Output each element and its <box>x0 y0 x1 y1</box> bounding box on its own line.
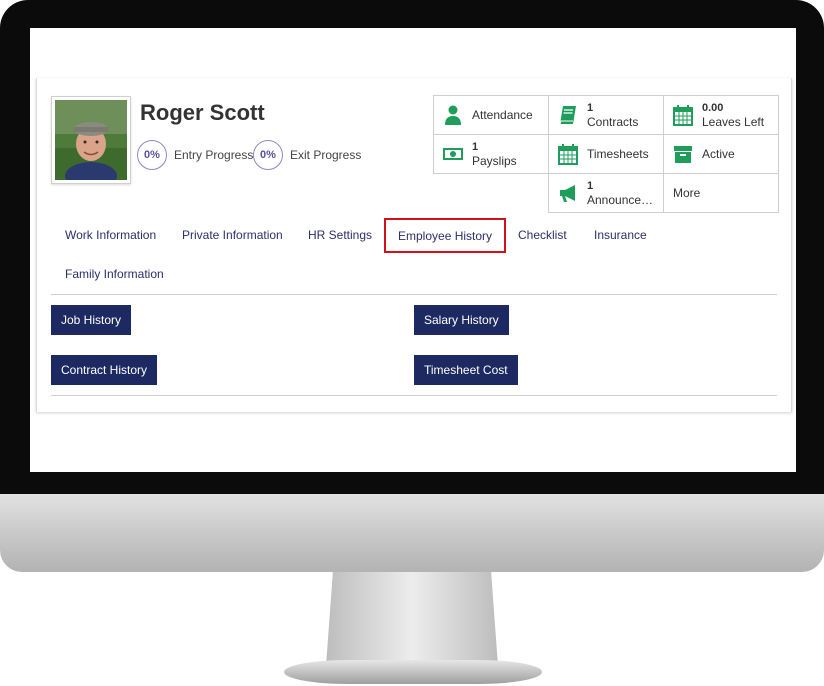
entry-progress: 0% Entry Progress <box>137 140 253 170</box>
monitor-stand <box>326 572 498 666</box>
tab-private-information[interactable]: Private Information <box>182 228 283 242</box>
payslips-tile[interactable]: 1 Payslips <box>433 134 549 174</box>
contracts-tile[interactable]: 1 Contracts <box>548 95 664 135</box>
more-tile[interactable]: More <box>663 173 779 213</box>
contracts-label: Contracts <box>587 115 639 129</box>
job-history-button[interactable]: Job History <box>51 305 132 335</box>
archive-icon <box>672 143 694 165</box>
more-label: More <box>673 186 701 200</box>
entry-progress-ring: 0% <box>137 140 167 170</box>
attendance-tile[interactable]: Attendance <box>433 95 549 135</box>
tab-work-information[interactable]: Work Information <box>65 228 156 242</box>
calendar-icon <box>672 104 694 126</box>
timesheet-cost-button[interactable]: Timesheet Cost <box>414 355 518 385</box>
content-divider <box>51 395 777 396</box>
contract-history-button[interactable]: Contract History <box>51 355 158 385</box>
timesheets-label: Timesheets <box>587 147 649 161</box>
avatar <box>51 96 131 184</box>
announcements-tile[interactable]: 1 Announceme… <box>548 173 664 213</box>
tab-employee-history[interactable]: Employee History <box>384 218 507 253</box>
calendar-icon <box>557 143 579 165</box>
contracts-count: 1 <box>587 102 594 114</box>
monitor-chin <box>0 494 824 572</box>
status-tile[interactable]: Active <box>663 134 779 174</box>
announcements-count: 1 <box>587 180 594 192</box>
status-label: Active <box>702 147 735 161</box>
attendance-label: Attendance <box>472 108 533 122</box>
exit-progress-label: Exit Progress <box>290 148 362 162</box>
tab-family-information[interactable]: Family Information <box>65 267 164 281</box>
exit-progress-ring: 0% <box>253 140 283 170</box>
payslips-count: 1 <box>472 141 479 153</box>
tab-insurance[interactable]: Insurance <box>594 228 647 242</box>
leaves-label: Leaves Left <box>702 115 765 129</box>
person-icon <box>442 104 464 126</box>
payslips-label: Payslips <box>472 154 517 168</box>
entry-progress-label: Entry Progress <box>174 148 254 162</box>
exit-progress: 0% Exit Progress <box>253 140 361 170</box>
book-icon <box>557 104 579 126</box>
employee-photo <box>55 100 127 180</box>
announcements-label: Announceme… <box>587 193 663 207</box>
timesheets-tile[interactable]: Timesheets <box>548 134 664 174</box>
salary-history-button[interactable]: Salary History <box>414 305 509 335</box>
tab-checklist[interactable]: Checklist <box>518 228 567 242</box>
leaves-tile[interactable]: 0.00 Leaves Left <box>663 95 779 135</box>
employee-card: Roger Scott 0% Entry Progress 0% Exit Pr… <box>36 78 792 412</box>
employee-name: Roger Scott <box>140 100 265 125</box>
leaves-count: 0.00 <box>702 102 724 114</box>
tabs-divider <box>51 294 777 295</box>
megaphone-icon <box>557 182 579 204</box>
tab-hr-settings[interactable]: HR Settings <box>308 228 372 242</box>
money-icon <box>442 143 464 165</box>
monitor-base <box>284 660 542 684</box>
screen: Roger Scott 0% Entry Progress 0% Exit Pr… <box>30 28 796 472</box>
